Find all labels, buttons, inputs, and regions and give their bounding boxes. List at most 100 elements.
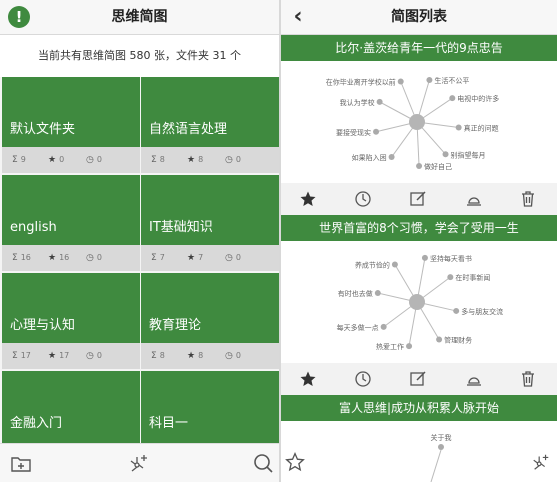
mindmap-node xyxy=(406,343,413,350)
recent-count: ◷ 0 xyxy=(225,253,241,263)
mindmap-node-label: 我认为学校 xyxy=(340,98,375,107)
star-count: ★ 8 xyxy=(187,155,204,165)
mindmap-node xyxy=(447,274,454,281)
star-icon: ★ xyxy=(187,351,196,361)
new-mindmap-icon[interactable] xyxy=(128,452,150,474)
mindmap-preview[interactable]: 生活不公平 电视中的许多 真正的问题 别指望每月 做好自己 如果陷入困 要接受现实 我认为学校… xyxy=(281,61,557,183)
star-count: ★ 7 xyxy=(187,253,204,263)
mindmap-title[interactable]: 世界首富的8个习惯，学会了受用一生 xyxy=(281,215,557,241)
map-count: Σ 16 xyxy=(12,253,31,263)
mindmap-node-label: 如果陷入困 xyxy=(352,153,387,162)
folder-name: 自然语言处理 xyxy=(149,122,228,137)
mindmap-node-label: 在你毕业离开学校以前 xyxy=(326,77,396,86)
folder-stats: Σ 16 ★ 16 ◷ 0 xyxy=(2,245,140,271)
mindmap-node xyxy=(421,254,428,261)
recent-count: ◷ 0 xyxy=(86,351,102,361)
folder-card[interactable]: english Σ 16 ★ 16 ◷ 0 xyxy=(2,175,140,271)
mindmap-node-label: 坚持每天看书 xyxy=(430,254,472,263)
clock-icon: ◷ xyxy=(225,351,233,361)
folder-count-summary: 当前共有思维简图 580 张，文件夹 31 个 xyxy=(0,35,279,77)
map-count: Σ8 xyxy=(151,155,165,165)
mindmap-node-label: 养成节俭的 xyxy=(355,260,390,269)
mindmap-node-label: 真正的问题 xyxy=(464,124,499,133)
mindmap-node xyxy=(436,336,443,343)
mindmap-node xyxy=(373,128,380,135)
folder-card[interactable]: 默认文件夹 Σ9 ★ 0 ◷ 0 xyxy=(2,77,140,173)
search-icon[interactable] xyxy=(252,452,274,474)
star-icon[interactable] xyxy=(299,190,317,208)
clock-icon: ◷ xyxy=(86,253,94,263)
mindmap-branch xyxy=(430,449,442,482)
mindmap-node-label: 关于我 xyxy=(431,433,452,442)
edit-icon[interactable] xyxy=(409,370,427,388)
trash-icon[interactable] xyxy=(519,190,537,208)
folder-name: 金融入门 xyxy=(10,416,63,431)
mindmap-node-label: 有时也去做 xyxy=(338,289,373,298)
folder-name: 教育理论 xyxy=(149,318,202,333)
mindmap-preview[interactable]: 坚持每天看书 在时事新闻 多与朋友交流 管理财务 热爱工作 每天多做一点 有时也去做 养成节俭… xyxy=(281,241,557,363)
mindmap-node xyxy=(391,261,398,268)
sigma-icon: Σ xyxy=(12,253,18,263)
new-mindmap-icon[interactable] xyxy=(531,452,551,472)
clock-icon: ◷ xyxy=(225,253,233,263)
folder-stats: Σ8 ★ 8 ◷ 0 xyxy=(141,147,279,173)
mindmap-actions xyxy=(281,185,557,213)
mindmap-node xyxy=(416,162,423,169)
mindmap-node-label: 在时事新闻 xyxy=(455,273,490,282)
recent-count: ◷ 0 xyxy=(225,351,241,361)
mindmap-title[interactable]: 比尔·盖茨给青年一代的9点忠告 xyxy=(281,35,557,61)
folder-stats: Σ 17 ★ 17 ◷ 0 xyxy=(2,343,140,369)
sigma-icon: Σ xyxy=(12,351,18,361)
folder-card[interactable]: 心理与认知 Σ 17 ★ 17 ◷ 0 xyxy=(2,273,140,369)
favorites-star-outline-icon[interactable] xyxy=(285,452,305,472)
mindmap-title[interactable]: 富人思维|成功从积累人脉开始 xyxy=(281,395,557,421)
mindmap-node-label: 管理财务 xyxy=(444,336,472,345)
edit-icon[interactable] xyxy=(409,190,427,208)
mindmap-node xyxy=(376,98,383,105)
map-count: Σ9 xyxy=(12,155,26,165)
clock-icon[interactable] xyxy=(354,190,372,208)
clock-icon: ◷ xyxy=(86,155,94,165)
star-icon: ★ xyxy=(187,155,196,165)
clock-icon[interactable] xyxy=(354,370,372,388)
folder-card[interactable]: IT基础知识 Σ7 ★ 7 ◷ 0 xyxy=(141,175,279,271)
clock-icon: ◷ xyxy=(225,155,233,165)
recent-count: ◷ 0 xyxy=(225,155,241,165)
sigma-icon: Σ xyxy=(151,253,157,263)
folder-header: ! 思维简图 xyxy=(0,0,279,35)
folder-card[interactable]: 自然语言处理 Σ8 ★ 8 ◷ 0 xyxy=(141,77,279,173)
page-title: 思维简图 xyxy=(111,9,168,25)
mindmap-node xyxy=(453,307,460,314)
mindmap-node-label: 别指望每月 xyxy=(451,150,486,159)
star-count: ★ 17 xyxy=(48,351,70,361)
sigma-icon: Σ xyxy=(151,351,157,361)
mindmap-node-label: 电视中的许多 xyxy=(457,94,499,103)
folder-name: 默认文件夹 xyxy=(10,122,76,137)
map-count: Σ8 xyxy=(151,351,165,361)
folder-name: IT基础知识 xyxy=(149,220,213,235)
folder-card[interactable]: 教育理论 Σ8 ★ 8 ◷ 0 xyxy=(141,273,279,369)
mindmap-preview-graphic: 生活不公平电视中的许多真正的问题别指望每月做好自己 如果陷入困 要接受现实 我认为学校… xyxy=(326,76,500,171)
mindmap-preview-graphic: 坚持每天看书在时事新闻多与朋友交流管理财务热爱工作 每天多做一点有时也去做 养成节俭… xyxy=(337,254,504,351)
star-icon[interactable] xyxy=(299,370,317,388)
mindmap-preview[interactable]: 关于我 xyxy=(281,421,557,482)
trash-icon[interactable] xyxy=(519,370,537,388)
star-count: ★ 16 xyxy=(48,253,70,263)
folder-name: 心理与认知 xyxy=(10,318,76,333)
mindmap-node xyxy=(426,76,433,83)
mindmap-node xyxy=(449,95,456,102)
mindmap-actions xyxy=(281,365,557,393)
share-icon[interactable] xyxy=(465,370,483,388)
mindmap-node-label: 多与朋友交流 xyxy=(461,307,503,316)
star-icon: ★ xyxy=(48,253,57,263)
folder-bottom-toolbar xyxy=(0,443,279,482)
share-icon[interactable] xyxy=(465,190,483,208)
sigma-icon: Σ xyxy=(151,155,157,165)
new-folder-icon[interactable] xyxy=(10,452,32,474)
map-count: Σ7 xyxy=(151,253,165,263)
mindmap-preview-graphic: 关于我 xyxy=(430,433,452,482)
star-count: ★ 8 xyxy=(187,351,204,361)
star-icon: ★ xyxy=(48,351,57,361)
mindmap-node-label: 每天多做一点 xyxy=(337,323,379,332)
mindmap-node xyxy=(438,444,444,450)
